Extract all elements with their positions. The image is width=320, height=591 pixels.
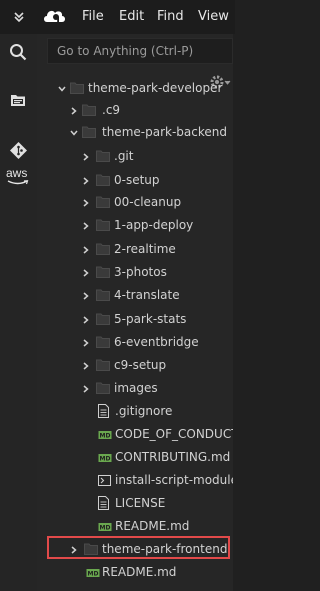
- tree-file-row[interactable]: .gitignore: [0, 401, 235, 423]
- chevron-right-icon[interactable]: [82, 153, 90, 161]
- tree-item-label: 0-setup: [114, 173, 160, 187]
- tree-file-row[interactable]: MD README.md: [0, 562, 235, 584]
- tree-item-label: 6-eventbridge: [114, 335, 199, 349]
- chevron-right-icon[interactable]: [82, 199, 90, 207]
- tree-folder-row[interactable]: .git: [0, 146, 235, 168]
- tree-item-label: c9-setup: [114, 358, 167, 372]
- file-icon: [98, 404, 109, 418]
- tree-item-label: .git: [114, 149, 134, 163]
- svg-text:MD: MD: [88, 571, 99, 578]
- folder-icon: [96, 382, 110, 394]
- folder-icon: [96, 336, 110, 348]
- chevron-right-icon[interactable]: [82, 339, 90, 347]
- tree-folder-row[interactable]: images: [0, 378, 235, 400]
- chevron-right-icon[interactable]: [70, 107, 78, 115]
- chevron-right-icon[interactable]: [82, 292, 90, 300]
- svg-text:MD: MD: [100, 433, 111, 440]
- chevron-down-icon[interactable]: [70, 129, 78, 137]
- menu-view[interactable]: View: [198, 9, 229, 25]
- highlight-box: [47, 536, 230, 559]
- tree-folder-row[interactable]: 0-setup: [0, 170, 235, 192]
- chevron-right-icon[interactable]: [82, 316, 90, 324]
- chevron-down-icon[interactable]: [12, 9, 26, 23]
- menu-edit[interactable]: Edit: [119, 9, 144, 25]
- folder-icon: [96, 289, 110, 301]
- terminal-file-icon: [98, 475, 111, 486]
- tree-folder-row[interactable]: 6-eventbridge: [0, 332, 235, 354]
- tree-item-label: LICENSE: [115, 496, 166, 510]
- chevron-right-icon[interactable]: [82, 177, 90, 185]
- chevron-right-icon[interactable]: [82, 222, 90, 230]
- svg-text:MD: MD: [100, 456, 111, 463]
- go-to-anything-input[interactable]: Go to Anything (Ctrl-P): [47, 38, 233, 64]
- tree-item-label: theme-park-backend: [102, 125, 227, 139]
- folder-icon: [96, 196, 110, 208]
- tree-folder-row[interactable]: 5-park-stats: [0, 309, 235, 331]
- panel-right-edge: [233, 34, 235, 591]
- tree-item-label: install-script-modules.sh: [115, 473, 235, 487]
- menu-bar: File Edit Find View: [0, 0, 235, 34]
- folder-icon: [70, 82, 84, 94]
- markdown-file-icon: MD: [98, 431, 112, 440]
- menu-file[interactable]: File: [82, 9, 104, 25]
- folder-icon: [96, 243, 110, 255]
- folder-icon: [96, 174, 110, 186]
- folder-icon: [96, 359, 110, 371]
- folder-icon: [96, 266, 110, 278]
- tree-item-label: .c9: [102, 103, 121, 117]
- cloud9-ide-window: File Edit Find View aws Go to Anything (…: [0, 0, 235, 591]
- markdown-file-icon: MD: [98, 523, 112, 532]
- chevron-right-icon[interactable]: [82, 362, 90, 370]
- tree-item-label: 1-app-deploy: [114, 218, 194, 232]
- chevron-down-icon[interactable]: [58, 85, 66, 93]
- tree-folder-row[interactable]: theme-park-backend: [0, 122, 235, 144]
- search-icon[interactable]: [9, 43, 28, 62]
- tree-item-label: 3-photos: [114, 265, 167, 279]
- cloud9-logo-icon[interactable]: [42, 6, 66, 26]
- tree-item-label: theme-park-developer: [88, 81, 223, 95]
- tree-item-label: .gitignore: [115, 404, 173, 418]
- tree-file-row[interactable]: MD README.md: [0, 516, 235, 538]
- folder-icon: [96, 313, 110, 325]
- tree-folder-row[interactable]: 1-app-deploy: [0, 215, 235, 237]
- folder-icon: [82, 104, 96, 116]
- tree-folder-row[interactable]: 2-realtime: [0, 239, 235, 261]
- folder-icon: [82, 126, 96, 138]
- tree-folder-row[interactable]: 00-cleanup: [0, 192, 235, 214]
- tree-file-row[interactable]: install-script-modules.sh: [0, 470, 235, 492]
- svg-text:MD: MD: [100, 525, 111, 532]
- folder-icon: [96, 219, 110, 231]
- tree-folder-row[interactable]: theme-park-developer: [0, 78, 235, 100]
- tree-item-label: 4-translate: [114, 288, 180, 302]
- folder-icon: [96, 150, 110, 162]
- tree-file-row[interactable]: LICENSE: [0, 493, 235, 515]
- chevron-right-icon[interactable]: [82, 246, 90, 254]
- menu-find[interactable]: Find: [157, 9, 184, 25]
- tree-file-row[interactable]: MD CODE_OF_CONDUCT.md: [0, 424, 235, 446]
- markdown-file-icon: MD: [98, 454, 112, 463]
- chevron-right-icon[interactable]: [82, 385, 90, 393]
- file-icon: [98, 496, 109, 510]
- tree-item-label: 00-cleanup: [114, 195, 182, 209]
- markdown-file-icon: MD: [86, 569, 100, 578]
- tree-folder-row[interactable]: 4-translate: [0, 285, 235, 307]
- tree-item-label: CODE_OF_CONDUCT.md: [115, 427, 235, 441]
- tree-item-label: CONTRIBUTING.md: [115, 450, 231, 464]
- tree-folder-row[interactable]: c9-setup: [0, 355, 235, 377]
- tree-item-label: 5-park-stats: [114, 312, 187, 326]
- tree-folder-row[interactable]: .c9: [0, 100, 235, 122]
- tree-file-row[interactable]: MD CONTRIBUTING.md: [0, 447, 235, 469]
- chevron-right-icon[interactable]: [82, 269, 90, 277]
- tree-item-label: 2-realtime: [114, 242, 176, 256]
- tree-item-label: README.md: [102, 565, 177, 579]
- tree-folder-row[interactable]: 3-photos: [0, 262, 235, 284]
- tree-item-label: images: [114, 381, 158, 395]
- tree-item-label: README.md: [115, 519, 190, 533]
